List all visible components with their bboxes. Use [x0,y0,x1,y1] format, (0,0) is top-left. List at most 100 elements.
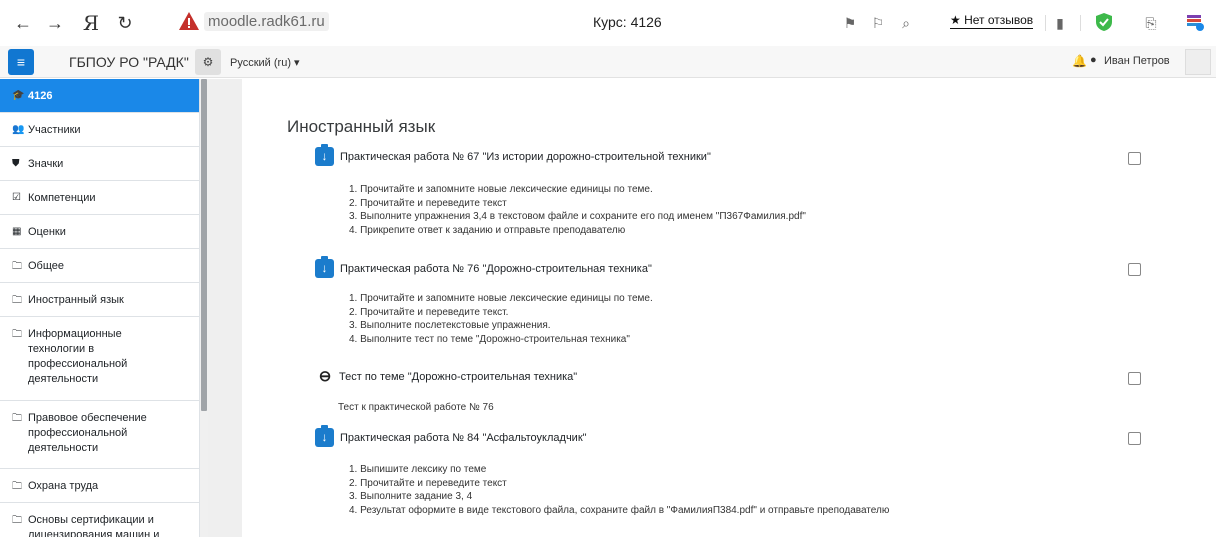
users-icon: 👥 [12,124,25,135]
folder-icon: 🗀 [12,295,22,306]
bookmark-icon[interactable]: ▮ [1050,13,1070,33]
list-item: 2. Прочитайте и переведите текст [349,477,507,489]
list-item: 3. Выполните задание 3, 4 [349,491,473,502]
site-name-link[interactable]: ГБПОУ РО "РАДК" [69,54,189,70]
settings-gear-button[interactable]: ⚙ [195,49,221,75]
completion-checkbox[interactable] [1128,152,1141,165]
sidebar-scrollbar[interactable] [200,79,208,537]
list-item: 4. Прикрепите ответ к заданию и отправьт… [349,224,626,236]
hamburger-icon: ≡ [16,54,26,70]
completion-checkbox[interactable] [1128,432,1141,445]
folder-icon: 🗀 [12,329,22,340]
activity-description: 1. Выпишите лексику по теме 2. Прочитайт… [349,463,889,517]
assignment-icon [315,425,334,447]
scrollbar-thumb[interactable] [201,79,207,411]
assignment-icon [315,256,334,278]
forward-arrow-icon[interactable]: → [44,12,66,34]
sidebar-item-label: Участники [28,124,81,136]
list-item: 3. Выполните упражнения 3,4 в текстовом … [349,211,806,222]
list-item: 2. Прочитайте и переведите текст [349,197,507,209]
search-icon[interactable]: ⌕ [896,13,916,33]
messages-icon[interactable]: ● [1090,54,1097,66]
list-item: 1. Прочитайте и запомните новые лексичес… [349,184,653,195]
sidebar-item-label: Значки [28,158,64,170]
downloads-icon[interactable]: ⎘ [1141,13,1161,33]
list-item: 1. Прочитайте и запомните новые лексичес… [349,293,653,304]
activity-link[interactable]: Практическая работа № 67 "Из истории дор… [340,151,711,163]
folder-icon: 🗀 [12,413,22,424]
folder-icon: 🗀 [12,481,22,492]
sidebar-item-label: Основы сертификации и лицензирования маш… [28,514,160,537]
completion-checkbox[interactable] [1128,372,1141,385]
menu-toggle-button[interactable]: ≡ [8,49,34,75]
sidebar-item-label: Иностранный язык [28,294,124,306]
list-item: 4. Выполните тест по теме "Дорожно-строи… [349,333,630,345]
sidebar-item-competencies[interactable]: ☑ Компетенции [0,181,199,215]
folder-icon: 🗀 [12,515,22,526]
back-arrow-icon[interactable]: ← [12,12,34,34]
activity-link[interactable]: Тест по теме "Дорожно-строительная техни… [339,371,577,383]
browser-toolbar: ← → Я ↻ moodle.radk61.ru Курс: 4126 ⚑ ⚐ … [0,0,1216,46]
course-navigation-drawer: 🎓 4126 👥 Участники ⛊ Значки ☑ Компетенции ▦ О… [0,79,200,537]
list-item: 3. Выполните послетекстовые упражнения. [349,320,551,331]
activity-url-test[interactable]: ⊖ Тест по теме "Дорожно-строительная тех… [315,367,577,386]
sidebar-item-course[interactable]: 🎓 4126 [0,79,199,113]
notifications-bell-icon[interactable]: 🔔 [1072,54,1087,68]
section-title: Иностранный язык [287,117,436,136]
yandex-logo-icon[interactable]: Я [80,12,102,34]
activity-assign-76[interactable]: Практическая работа № 76 "Дорожно-строит… [315,256,652,278]
list-item: 1. Выпишите лексику по теме [349,464,487,475]
sidebar-item-participants[interactable]: 👥 Участники [0,113,199,147]
extension-icon[interactable] [1185,12,1205,32]
reviews-button[interactable]: ★ Нет отзывов [950,13,1034,29]
avatar[interactable] [1185,49,1211,75]
folder-icon: 🗀 [12,261,22,272]
address-bar-url[interactable]: moodle.radk61.ru [204,12,329,31]
security-warning-icon[interactable] [178,10,200,32]
sidebar-item-label: 4126 [28,90,53,102]
sidebar-item-information-technology[interactable]: 🗀 Информационные технологии в профессиона… [0,317,199,401]
activity-description: 1. Прочитайте и запомните новые лексичес… [349,292,653,346]
divider [1080,15,1081,31]
sidebar-item-grades[interactable]: ▦ Оценки [0,215,199,249]
activity-assign-67[interactable]: Практическая работа № 67 "Из истории дор… [315,144,711,166]
divider [1045,15,1046,31]
site-navbar: ≡ ГБПОУ РО "РАДК" ⚙ Русский (ru) ▾ 🔔 ● И… [0,46,1216,78]
graduation-cap-icon: 🎓 [12,90,25,101]
reader-icon[interactable]: ⚐ [868,13,888,33]
sidebar-item-badges[interactable]: ⛊ Значки [0,147,199,181]
sidebar-item-label: Охрана труда [28,480,99,492]
sidebar-item-label: Правовое обеспечение профессиональной де… [28,412,147,454]
sidebar-item-certification[interactable]: 🗀 Основы сертификации и лицензирования ма… [0,503,199,537]
list-item: 4. Результат оформите в виде текстового … [349,504,890,516]
sidebar-item-foreign-language[interactable]: 🗀 Иностранный язык [0,283,199,317]
sidebar-item-label: Оценки [28,226,66,238]
user-menu-name[interactable]: Иван Петров [1104,55,1170,67]
activity-assign-84[interactable]: Практическая работа № 84 "Асфальтоукладч… [315,425,587,447]
sidebar-item-general[interactable]: 🗀 Общее [0,249,199,283]
language-menu[interactable]: Русский (ru) ▾ [230,56,300,69]
table-icon: ▦ [12,226,22,237]
sidebar-item-legal-support[interactable]: 🗀 Правовое обеспечение профессиональной д… [0,401,199,469]
sidebar-item-labor-safety[interactable]: 🗀 Охрана труда [0,469,199,503]
assignment-icon [315,144,334,166]
activity-description: Тест к практической работе № 76 [338,402,494,413]
translate-icon[interactable]: ⚑ [840,13,860,33]
sidebar-item-label: Общее [28,260,65,272]
activity-link[interactable]: Практическая работа № 76 "Дорожно-строит… [340,263,652,275]
page-title: Курс: 4126 [593,14,662,30]
activity-link[interactable]: Практическая работа № 84 "Асфальтоукладч… [340,432,587,444]
link-icon: ⊖ [318,368,332,385]
sidebar-item-label: Информационные технологии в профессионал… [28,328,128,385]
check-square-icon: ☑ [12,192,21,203]
reload-icon[interactable]: ↻ [114,12,136,34]
list-item: 2. Прочитайте и переведите текст. [349,306,509,318]
course-content: Иностранный язык Практическая работа № 6… [242,79,1216,537]
page-gutter [208,79,242,537]
shield-icon: ⛊ [12,158,20,169]
sidebar-item-label: Компетенции [28,192,96,204]
activity-description: 1. Прочитайте и запомните новые лексичес… [349,183,806,237]
protect-shield-icon[interactable] [1094,12,1114,32]
gears-icon: ⚙ [202,55,214,69]
completion-checkbox[interactable] [1128,263,1141,276]
